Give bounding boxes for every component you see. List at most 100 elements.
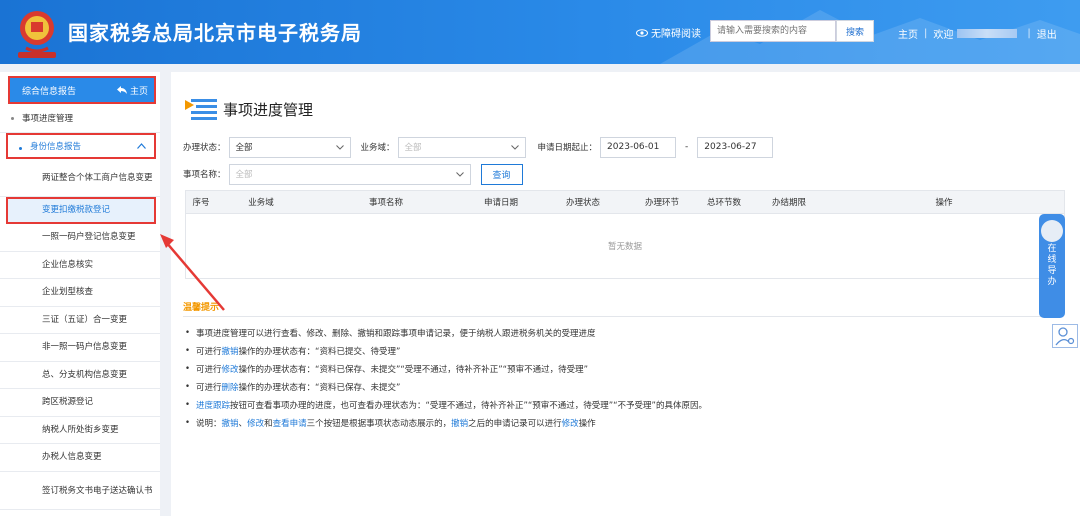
search-button[interactable]: 搜索	[836, 20, 874, 42]
accessibility-link[interactable]: 无障碍阅读	[636, 25, 701, 40]
tip-text: 、	[238, 419, 248, 429]
sidebar-item-non-one-license[interactable]: 非一照一码户信息变更	[0, 334, 160, 362]
sidebar-item-agent[interactable]: 办税人信息变更	[0, 444, 160, 472]
sidebar-item-e-delivery[interactable]: 签订税务文书电子送达确认书	[0, 472, 160, 510]
sidebar-item-classify[interactable]: 企业划型核查	[0, 279, 160, 307]
bullet: •	[185, 364, 191, 374]
logout-link[interactable]: 退出	[1037, 26, 1057, 41]
tip-keyword: 进度跟踪	[196, 401, 231, 411]
sidebar-item-withholding[interactable]: 变更扣缴税款登记	[6, 196, 156, 224]
column-header: 事项名称	[368, 198, 403, 208]
domain-select[interactable]: 全部	[397, 136, 526, 158]
sidebar-item-label: 跨区税源登记	[42, 397, 94, 408]
date-from-input[interactable]: 2023-06-01	[600, 136, 677, 158]
name-label: 事项名称：	[183, 170, 226, 180]
table-header: 序号 业务域 事项名称 申请日期 办理状态 办理环节 总环节数 办结期限 操作	[186, 191, 1064, 213]
date-to-input[interactable]: 2023-06-27	[697, 136, 774, 158]
avatar	[1041, 220, 1063, 242]
column-header: 序号	[192, 198, 210, 208]
tip-keyword: 修改	[561, 419, 579, 429]
date-dash: -	[685, 142, 689, 152]
tip-keyword: 修改	[247, 419, 265, 429]
sidebar-header-title: 综合信息报告	[22, 86, 77, 97]
nav-separator: |	[1027, 28, 1031, 39]
top-nav: 主页 | 欢迎 | 退出	[898, 26, 1057, 41]
tip-keyword: 查看申请	[272, 419, 307, 429]
back-arrow-icon	[116, 86, 127, 94]
national-emblem-logo	[18, 11, 56, 58]
username-masked	[957, 29, 1018, 38]
empty-state: 暂无数据	[186, 213, 1064, 278]
tip-text: 说明：	[196, 419, 222, 429]
column-header: 办理状态	[565, 198, 600, 208]
tip-text: 操作	[578, 419, 596, 429]
sidebar-item-cross-region[interactable]: 跨区税源登记	[0, 389, 160, 417]
bullet: •	[185, 328, 191, 338]
sidebar-item-branch[interactable]: 总、分支机构信息变更	[0, 362, 160, 389]
sidebar-item-label: 变更扣缴税款登记	[42, 205, 111, 216]
sidebar-item-one-license[interactable]: 一照一码户登记信息变更	[0, 224, 160, 252]
bullet: •	[185, 346, 191, 356]
query-button[interactable]: 查询	[480, 163, 523, 185]
annotation-arrow	[160, 234, 225, 311]
sidebar-item-label: 企业划型核查	[42, 287, 94, 298]
sidebar-item-label: 事项进度管理	[22, 114, 74, 125]
guide-char: 线	[1047, 255, 1057, 265]
bullet: •	[185, 382, 191, 392]
sidebar-item-label: 一照一码户登记信息变更	[42, 232, 136, 243]
sidebar-item-verify[interactable]: 企业信息核实	[0, 252, 160, 279]
chevron-down-icon	[335, 144, 344, 150]
tip-keyword: 撤销	[221, 347, 239, 357]
sidebar-header: 综合信息报告 主页	[8, 76, 156, 104]
tip-keyword: 撤销	[451, 419, 469, 429]
search-input[interactable]	[710, 20, 836, 42]
sidebar: 综合信息报告 主页 事项进度管理 身份信息报告 两证整合个体工商户信息变更 变更…	[0, 72, 160, 516]
sidebar-item-label: 企业信息核实	[42, 259, 94, 270]
site-title: 国家税务总局北京市电子税务局	[68, 21, 362, 45]
tip-item: • 进度跟踪 按钮可查看事项办理的进度，也可查看办理状态为：“受理不通过，待补齐补正…	[185, 396, 1065, 414]
bullet: •	[185, 400, 191, 410]
filter-row: 办理状态： 全部 业务域： 全部 申请日期起止： 2023-06-01 - 20…	[183, 136, 1063, 158]
sidebar-home-label: 主页	[129, 86, 148, 97]
tip-text: 之后的申请记录可以进行	[468, 419, 562, 429]
guide-char: 在	[1047, 244, 1057, 254]
sidebar-item-label: 非一照一码户信息变更	[42, 342, 128, 353]
tip-keyword: 修改	[221, 365, 239, 375]
tip-text: 可进行	[196, 365, 222, 375]
guide-char: 导	[1047, 266, 1057, 276]
column-header: 操作	[935, 198, 953, 208]
column-header: 总环节数	[706, 198, 741, 208]
filter-form: 办理状态： 全部 业务域： 全部 申请日期起止： 2023-06-01 - 20…	[183, 136, 1063, 190]
date-range-label: 申请日期起止：	[537, 143, 598, 153]
sidebar-item-progress[interactable]: 事项进度管理	[0, 105, 160, 133]
page-title: 事项进度管理	[185, 98, 313, 120]
list-title-icon	[185, 99, 217, 120]
bullet: •	[185, 418, 191, 428]
domain-label: 业务域：	[360, 143, 395, 153]
tip-keyword: 撤销	[221, 419, 239, 429]
sidebar-item-label: 签订税务文书电子送达确认书	[42, 486, 153, 496]
name-select-value: 全部	[235, 170, 253, 180]
name-select[interactable]: 全部	[228, 163, 471, 185]
customer-service-button[interactable]	[1052, 324, 1078, 348]
domain-select-value: 全部	[404, 143, 422, 153]
column-header: 办结期限	[771, 198, 806, 208]
column-header: 申请日期	[483, 198, 518, 208]
tip-item: • 可进行 删除 操作的办理状态有：“资料已保存、未提交”	[185, 378, 1065, 396]
sidebar-item-three-cert[interactable]: 三证（五证）合一变更	[0, 307, 160, 334]
sidebar-item-label: 办税人信息变更	[42, 452, 102, 463]
status-label: 办理状态：	[183, 143, 226, 153]
accessibility-label: 无障碍阅读	[651, 29, 701, 40]
tip-item: • 事项进度管理可以进行查看、修改、删除、撤销和跟踪事项申请记录，便于纳税人跟进税…	[185, 324, 1065, 342]
sidebar-home-link[interactable]: 主页	[116, 84, 148, 97]
sidebar-group-identity[interactable]: 身份信息报告	[6, 132, 156, 159]
tip-keyword: 删除	[221, 383, 239, 393]
tip-text: 操作的办理状态有：“资料已提交、待受理”	[238, 347, 401, 357]
main-panel: 事项进度管理 办理状态： 全部 业务域： 全部 申请日期起止： 2023-06-…	[171, 72, 1080, 516]
sidebar-item-street[interactable]: 纳税人所处街乡变更	[0, 417, 160, 444]
online-guide-button[interactable]: 在 线 导 办	[1039, 214, 1065, 318]
tip-item: • 可进行 修改 操作的办理状态有：“资料已保存、未提交”“受理不通过，待补齐补正”“…	[185, 360, 1065, 378]
status-select[interactable]: 全部	[228, 136, 351, 158]
sidebar-item-two-cert[interactable]: 两证整合个体工商户信息变更	[0, 159, 160, 197]
home-link[interactable]: 主页	[898, 26, 918, 41]
